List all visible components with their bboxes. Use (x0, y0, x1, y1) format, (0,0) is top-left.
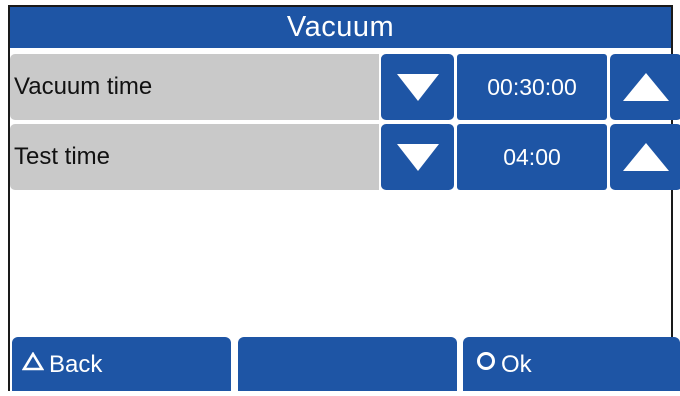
triangle-down-icon (396, 74, 439, 101)
test-time-decrease-button[interactable] (381, 124, 454, 190)
triangle-up-icon (623, 143, 669, 171)
triangle-outline-icon (21, 335, 45, 393)
setting-row-test-time: Test time 04:00 (10, 124, 680, 190)
circle-outline-icon (476, 335, 496, 393)
blank-function-button[interactable] (238, 337, 457, 391)
setting-row-vacuum-time: Vacuum time 00:30:00 (10, 54, 680, 120)
test-time-value[interactable]: 04:00 (457, 124, 607, 190)
page-title: Vacuum (10, 7, 671, 48)
vacuum-time-increase-button[interactable] (610, 54, 680, 120)
triangle-down-icon (396, 144, 439, 171)
test-time-label: Test time (10, 124, 379, 190)
back-button-label: Back (49, 350, 103, 378)
vacuum-time-decrease-button[interactable] (381, 54, 454, 120)
vacuum-time-value[interactable]: 00:30:00 (457, 54, 607, 120)
test-time-increase-button[interactable] (610, 124, 680, 190)
back-button[interactable]: Back (12, 337, 231, 391)
vacuum-time-label: Vacuum time (10, 54, 379, 120)
triangle-up-icon (623, 73, 669, 101)
ok-button-label: Ok (501, 350, 532, 378)
ok-button[interactable]: Ok (463, 337, 680, 391)
